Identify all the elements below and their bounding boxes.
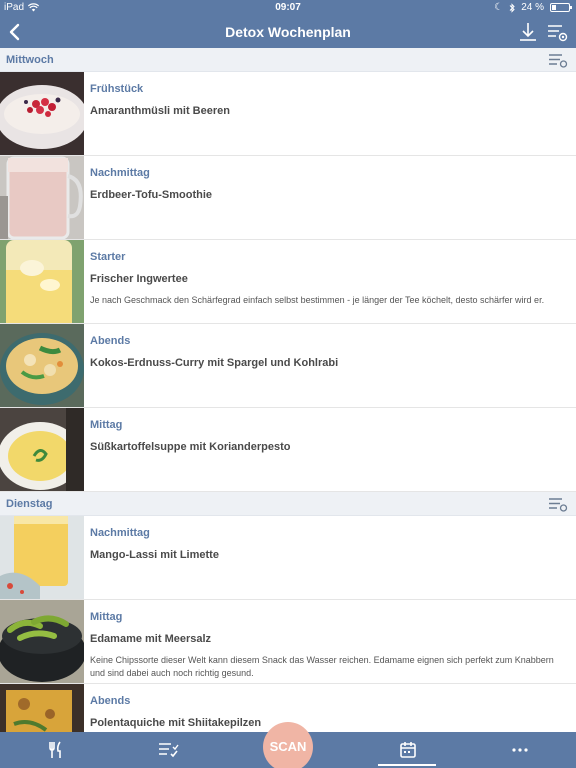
meal-row[interactable]: Nachmittag Erdbeer-Tofu-Smoothie	[0, 156, 576, 240]
meal-row[interactable]: Abends Kokos-Erdnuss-Curry mit Spargel u…	[0, 324, 576, 408]
dish-name: Erdbeer-Tofu-Smoothie	[90, 189, 213, 201]
sweet-potato-soup-image	[0, 408, 84, 491]
status-time: 09:07	[275, 2, 301, 13]
navigation-bar: Detox Wochenplan	[0, 16, 576, 48]
dish-description: Keine Chipssorte dieser Welt kann diesem…	[90, 655, 554, 678]
edamame-image	[0, 600, 84, 683]
list-settings-icon[interactable]	[548, 495, 568, 513]
meal-time: Abends	[90, 335, 131, 347]
meal-row[interactable]: Starter Frischer Ingwertee Je nach Gesch…	[0, 240, 576, 324]
meal-time: Abends	[90, 695, 131, 707]
meal-time: Frühstück	[90, 83, 144, 95]
dish-name: Kokos-Erdnuss-Curry mit Spargel und Kohl…	[90, 357, 339, 369]
dish-name: Edamame mit Meersalz	[90, 633, 212, 645]
list-settings-icon[interactable]	[548, 51, 568, 69]
curry-image	[0, 324, 84, 407]
tab-more[interactable]	[490, 732, 550, 768]
meal-row[interactable]: Nachmittag Mango-Lassi mit Limette	[0, 516, 576, 600]
dish-name: Frischer Ingwertee	[90, 273, 188, 285]
dish-name: Amaranthmüsli mit Beeren	[90, 105, 230, 117]
battery-percent: 24 %	[521, 2, 544, 13]
tab-meal-plan[interactable]	[378, 732, 438, 768]
calendar-icon	[400, 742, 416, 758]
tab-recipes[interactable]	[26, 732, 86, 768]
status-bar: iPad 09:07 ☾ 24 %	[0, 0, 576, 16]
meal-time: Nachmittag	[90, 527, 150, 539]
meal-time: Mittag	[90, 419, 123, 431]
meal-time: Starter	[90, 251, 126, 263]
more-dots-icon	[512, 748, 528, 752]
bluetooth-icon	[509, 2, 515, 13]
tab-shopping-list[interactable]	[138, 732, 198, 768]
dish-name: Polentaquiche mit Shiitakepilzen	[90, 717, 262, 729]
amaranth-muesli-image	[0, 72, 84, 155]
meal-plan-list[interactable]: Mittwoch Frühstück Amaranthmüsli mit Bee…	[0, 48, 576, 732]
meal-row[interactable]: Mittag Edamame mit Meersalz Keine Chipss…	[0, 600, 576, 684]
dish-name: Mango-Lassi mit Limette	[90, 549, 219, 561]
meal-row[interactable]: Frühstück Amaranthmüsli mit Beeren	[0, 72, 576, 156]
list-settings-icon[interactable]	[546, 21, 568, 43]
meal-time: Mittag	[90, 611, 123, 623]
section-day-label: Mittwoch	[6, 54, 54, 66]
section-day-label: Dienstag	[6, 498, 53, 510]
section-header-dienstag: Dienstag	[0, 492, 576, 516]
mango-lassi-image	[0, 516, 84, 599]
active-tab-indicator	[378, 764, 436, 766]
polenta-quiche-image	[0, 684, 84, 732]
scan-button[interactable]: SCAN	[263, 722, 313, 768]
download-icon[interactable]	[518, 21, 538, 43]
checklist-icon	[159, 743, 179, 758]
moon-icon: ☾	[494, 2, 504, 13]
meal-time: Nachmittag	[90, 167, 150, 179]
tab-bar: SCAN	[0, 722, 576, 768]
meal-row[interactable]: Mittag Süßkartoffelsuppe mit Korianderpe…	[0, 408, 576, 492]
fork-knife-icon	[49, 741, 61, 758]
smoothie-image	[0, 156, 84, 239]
section-header-mittwoch: Mittwoch	[0, 48, 576, 72]
page-title: Detox Wochenplan	[225, 24, 351, 40]
dish-description: Je nach Geschmack den Schärfegrad einfac…	[90, 295, 545, 305]
ginger-tea-image	[0, 240, 84, 323]
battery-icon	[550, 3, 572, 12]
dish-name: Süßkartoffelsuppe mit Korianderpesto	[90, 441, 291, 453]
